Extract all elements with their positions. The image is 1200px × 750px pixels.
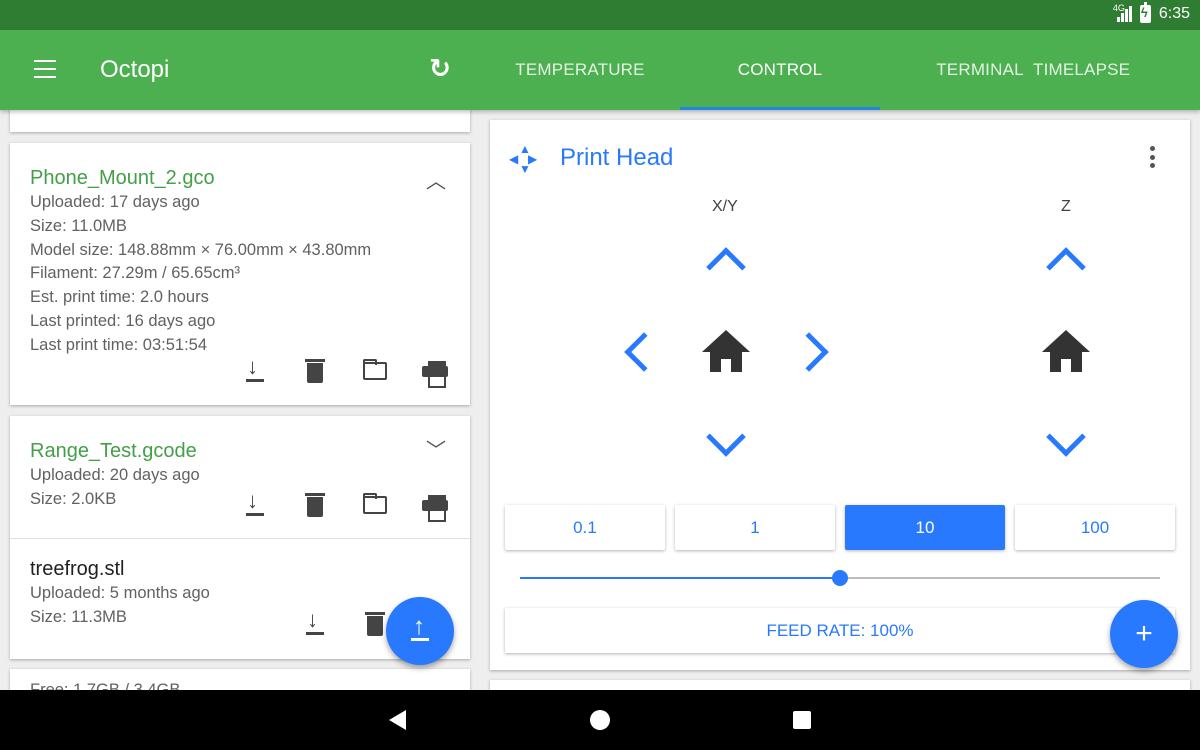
print-button[interactable] bbox=[405, 485, 465, 525]
delete-button[interactable] bbox=[285, 351, 345, 391]
step-1-button[interactable]: 1 bbox=[675, 505, 835, 550]
file-actions bbox=[225, 351, 465, 391]
signal-icon: 4G bbox=[1113, 3, 1132, 22]
file-name[interactable]: Phone_Mount_2.gco bbox=[30, 167, 215, 190]
storage-card: Free: 1.7GB / 3.4GB bbox=[10, 669, 470, 690]
battery-charging-icon bbox=[1139, 2, 1151, 23]
navigation-bar bbox=[0, 690, 1200, 750]
file-meta: Uploaded: 20 days ago Size: 2.0KB bbox=[30, 466, 200, 508]
download-button[interactable] bbox=[285, 604, 345, 644]
more-vert-icon[interactable] bbox=[1150, 146, 1156, 168]
printer-icon bbox=[422, 360, 448, 388]
network-type: 4G bbox=[1112, 3, 1125, 13]
z-label: Z bbox=[1061, 198, 1071, 215]
step-0-1-button[interactable]: 0.1 bbox=[505, 505, 665, 550]
folder-icon bbox=[363, 359, 387, 380]
step-100-button[interactable]: 100 bbox=[1015, 505, 1175, 550]
delete-button[interactable] bbox=[285, 485, 345, 525]
x-minus-button[interactable] bbox=[624, 332, 664, 372]
printer-icon bbox=[422, 494, 448, 522]
chevron-up-icon[interactable]: ︿ bbox=[426, 165, 446, 194]
file-actions bbox=[225, 485, 465, 525]
move-button[interactable] bbox=[345, 485, 405, 525]
refresh-icon[interactable]: ↻ bbox=[426, 54, 454, 82]
recents-icon[interactable] bbox=[793, 711, 811, 729]
x-plus-button[interactable] bbox=[789, 332, 829, 372]
download-icon bbox=[306, 607, 324, 635]
storage-info: Free: 1.7GB / 3.4GB bbox=[30, 681, 181, 690]
file-card-previous bbox=[10, 110, 470, 132]
file-meta: Uploaded: 5 months ago Size: 11.3MB bbox=[30, 584, 210, 626]
file-meta: Uploaded: 17 days ago Size: 11.0MB Model… bbox=[30, 193, 372, 354]
status-bar: 4G 6:35 bbox=[0, 0, 1200, 30]
upload-icon bbox=[410, 613, 430, 641]
file-name[interactable]: Range_Test.gcode bbox=[30, 440, 197, 463]
z-minus-button[interactable] bbox=[1046, 417, 1086, 457]
slider-thumb[interactable] bbox=[832, 570, 848, 586]
xy-home-button[interactable] bbox=[702, 330, 750, 372]
file-card-phone-mount[interactable]: Phone_Mount_2.gco ︿ Uploaded: 17 days ag… bbox=[10, 143, 470, 405]
feed-rate-button[interactable]: FEED RATE: 100% bbox=[505, 608, 1175, 653]
print-head-card: ▲ ▼ ◀ ▶ Print Head X/Y Z 0.1 1 10 100 FE… bbox=[490, 120, 1190, 670]
move-arrows-icon: ▲ ▼ ◀ ▶ bbox=[509, 142, 538, 176]
tab-bar: TEMPERATURE CONTROL TERMINAL TIMELAPSE bbox=[480, 30, 1200, 110]
trash-icon bbox=[305, 493, 325, 517]
file-name-treefrog[interactable]: treefrog.stl bbox=[30, 558, 124, 581]
trash-icon bbox=[305, 359, 325, 383]
download-icon bbox=[246, 354, 264, 382]
plus-icon: + bbox=[1135, 617, 1153, 650]
slider-fill bbox=[520, 577, 840, 579]
folder-icon bbox=[363, 493, 387, 514]
tab-control[interactable]: CONTROL bbox=[680, 30, 880, 110]
home-nav-icon[interactable] bbox=[590, 710, 610, 730]
y-minus-button[interactable] bbox=[706, 417, 746, 457]
download-button[interactable] bbox=[225, 351, 285, 391]
print-button[interactable] bbox=[405, 351, 465, 391]
upload-button[interactable] bbox=[386, 597, 454, 665]
feed-rate-slider[interactable] bbox=[520, 570, 1160, 586]
download-button[interactable] bbox=[225, 485, 285, 525]
tab-timelapse[interactable]: TIMELAPSE bbox=[1033, 30, 1200, 110]
back-icon[interactable] bbox=[389, 710, 406, 730]
add-button[interactable]: + bbox=[1110, 600, 1178, 668]
app-title: Octopi bbox=[100, 56, 170, 83]
app-bar: Octopi ↻ TEMPERATURE CONTROL TERMINAL TI… bbox=[0, 30, 1200, 110]
trash-icon bbox=[365, 612, 385, 636]
tab-temperature[interactable]: TEMPERATURE bbox=[480, 30, 680, 110]
menu-icon[interactable] bbox=[34, 60, 56, 78]
clock: 6:35 bbox=[1158, 5, 1190, 22]
move-button[interactable] bbox=[345, 351, 405, 391]
y-plus-button[interactable] bbox=[706, 247, 746, 287]
download-icon bbox=[246, 488, 264, 516]
chevron-down-icon[interactable]: ﹀ bbox=[426, 434, 446, 463]
z-home-button[interactable] bbox=[1042, 330, 1090, 372]
divider bbox=[10, 538, 470, 539]
z-plus-button[interactable] bbox=[1046, 247, 1086, 287]
xy-label: X/Y bbox=[712, 198, 738, 215]
card-title: Print Head bbox=[560, 144, 674, 171]
step-10-button[interactable]: 10 bbox=[845, 505, 1005, 550]
